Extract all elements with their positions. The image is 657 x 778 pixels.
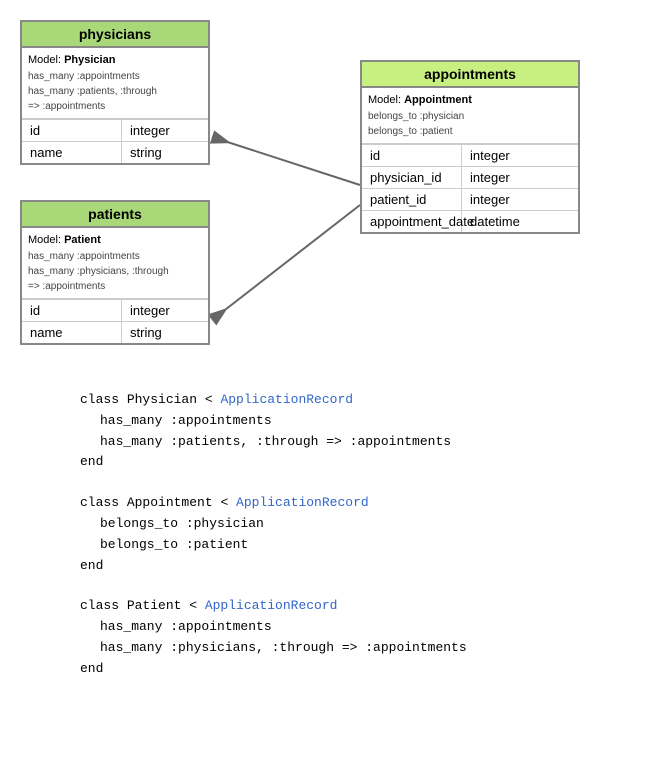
table-row: appointment_date datetime (362, 210, 578, 232)
code-line: end (80, 556, 617, 577)
field-type: string (122, 142, 208, 163)
code-operator: < (181, 598, 204, 613)
code-line: belongs_to :physician (100, 514, 617, 535)
field-name: id (362, 145, 462, 166)
field-name: name (22, 322, 122, 343)
code-line: class Physician < ApplicationRecord (80, 390, 617, 411)
field-type: integer (462, 167, 578, 188)
code-line: belongs_to :patient (100, 535, 617, 556)
field-name: name (22, 142, 122, 163)
table-row: id integer (22, 299, 208, 321)
code-line: class Appointment < ApplicationRecord (80, 493, 617, 514)
physicians-entity: physicians Model: Physician has_many :ap… (20, 20, 210, 165)
field-type: integer (122, 300, 208, 321)
code-classname: Patient (127, 598, 182, 613)
table-row: name string (22, 321, 208, 343)
physician-code-block: class Physician < ApplicationRecord has_… (80, 390, 617, 473)
code-classname: Appointment (127, 495, 213, 510)
code-operator: < (213, 495, 236, 510)
table-row: name string (22, 141, 208, 163)
field-type: integer (462, 189, 578, 210)
field-name: physician_id (362, 167, 462, 188)
table-row: id integer (22, 119, 208, 141)
appointments-entity: appointments Model: Appointment belongs_… (360, 60, 580, 234)
field-type: integer (122, 120, 208, 141)
code-apprecord: ApplicationRecord (205, 598, 338, 613)
code-apprecord: ApplicationRecord (220, 392, 353, 407)
code-line: end (80, 452, 617, 473)
field-name: patient_id (362, 189, 462, 210)
code-line: has_many :appointments (100, 617, 617, 638)
patients-header: patients (22, 202, 208, 228)
code-line: has_many :patients, :through => :appoint… (100, 432, 617, 453)
code-keyword: class (80, 598, 127, 613)
appointment-code-block: class Appointment < ApplicationRecord be… (80, 493, 617, 576)
field-type: integer (462, 145, 578, 166)
patients-info: Model: Patient has_many :appointments ha… (22, 228, 208, 299)
table-row: id integer (362, 144, 578, 166)
physicians-info: Model: Physician has_many :appointments … (22, 48, 208, 119)
patients-entity: patients Model: Patient has_many :appoin… (20, 200, 210, 345)
appointments-info: Model: Appointment belongs_to :physician… (362, 88, 578, 144)
field-type: string (122, 322, 208, 343)
diagram-area: physicians Model: Physician has_many :ap… (0, 0, 657, 380)
code-apprecord: ApplicationRecord (236, 495, 369, 510)
patient-code-block: class Patient < ApplicationRecord has_ma… (80, 596, 617, 679)
field-name: id (22, 120, 122, 141)
table-row: physician_id integer (362, 166, 578, 188)
code-line: end (80, 659, 617, 680)
appointments-header: appointments (362, 62, 578, 88)
field-name: id (22, 300, 122, 321)
code-section: class Physician < ApplicationRecord has_… (0, 380, 657, 720)
code-operator: < (197, 392, 220, 407)
field-type: datetime (462, 211, 578, 232)
code-line: has_many :physicians, :through => :appoi… (100, 638, 617, 659)
code-classname: Physician (127, 392, 197, 407)
code-keyword: class (80, 392, 127, 407)
code-line: has_many :appointments (100, 411, 617, 432)
code-keyword: class (80, 495, 127, 510)
table-row: patient_id integer (362, 188, 578, 210)
physicians-header: physicians (22, 22, 208, 48)
field-name: appointment_date (362, 211, 462, 232)
code-line: class Patient < ApplicationRecord (80, 596, 617, 617)
